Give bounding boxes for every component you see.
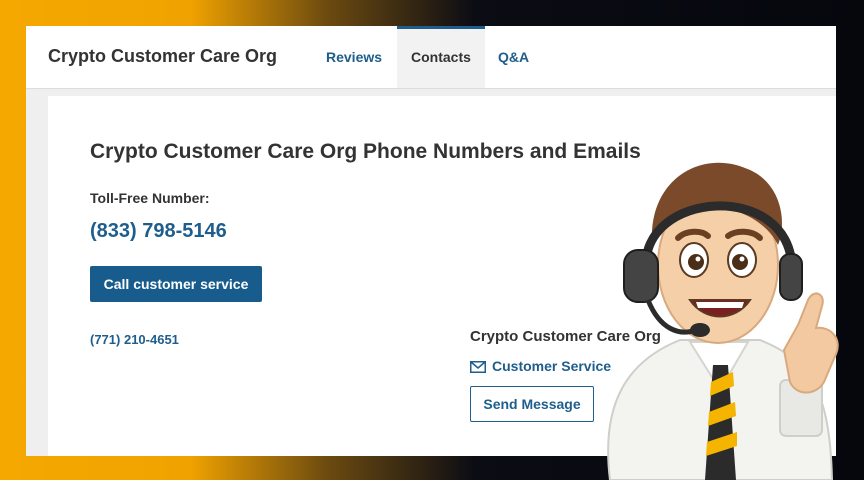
tab-contacts[interactable]: Contacts <box>397 26 485 88</box>
call-customer-service-button[interactable]: Call customer service <box>90 266 262 302</box>
alternate-phone-number[interactable]: (771) 210-4651 <box>90 332 179 347</box>
top-navigation-bar: Crypto Customer Care Org Reviews Contact… <box>26 26 836 89</box>
page-title: Crypto Customer Care Org Phone Numbers a… <box>90 140 641 163</box>
envelope-icon <box>470 361 486 373</box>
customer-support-agent-illustration <box>607 162 839 480</box>
tab-qa[interactable]: Q&A <box>484 26 543 88</box>
site-brand[interactable]: Crypto Customer Care Org <box>48 46 277 67</box>
toll-free-label: Toll-Free Number: <box>90 190 210 206</box>
tab-reviews[interactable]: Reviews <box>312 26 396 88</box>
toll-free-number[interactable]: (833) 798-5146 <box>90 220 227 243</box>
